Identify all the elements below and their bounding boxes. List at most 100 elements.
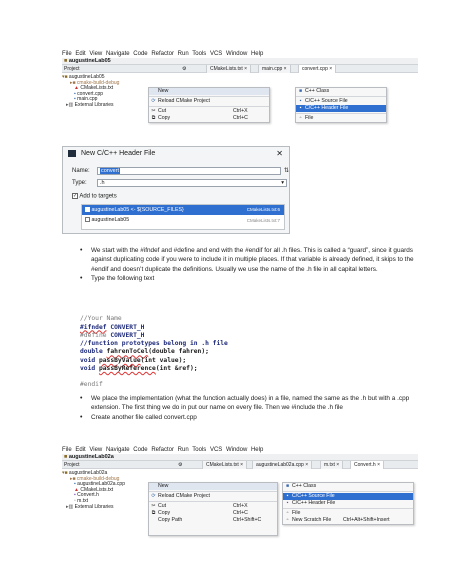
- targets-list: augustineLab05 <- ${SOURCE_FILES} CMakeL…: [81, 204, 285, 230]
- menu-refactor[interactable]: Refactor: [151, 51, 174, 57]
- menu-code[interactable]: Code: [133, 447, 147, 453]
- target-name: augustineLab05: [91, 217, 130, 223]
- settings-gear-icon[interactable]: ⚙: [182, 65, 186, 73]
- menu-item-copy[interactable]: ⧉ Copy Ctrl+C: [149, 115, 269, 122]
- menu-item-file[interactable]: ▫ File: [296, 115, 386, 122]
- menu-item-cpp-class[interactable]: ■ C++ Class: [283, 483, 413, 490]
- project-tree: ▾■ augustineLab02a ▸■ cmake-build-debug …: [62, 470, 154, 511]
- menu-help[interactable]: Help: [251, 51, 263, 57]
- menu-view[interactable]: View: [89, 447, 102, 453]
- header-file-icon: ▪: [286, 500, 289, 506]
- menu-vcs[interactable]: VCS: [210, 447, 222, 453]
- project-tree: ▾■ augustineLab05 ▸■ cmake-build-debug ▲…: [62, 74, 154, 109]
- code-keyword: #ifndef: [80, 323, 107, 331]
- menu-item-label: File: [292, 510, 301, 516]
- header-code-block: //Your Name #ifndef CONVERT_H #define CONV…: [80, 307, 228, 398]
- menu-file[interactable]: File: [62, 51, 72, 57]
- source-file-icon: ▪: [286, 493, 289, 499]
- menu-item-label: C/C++ Header File: [305, 105, 349, 111]
- sort-icon[interactable]: ⇅: [284, 167, 289, 174]
- tab-main-cpp[interactable]: main.cpp ×: [258, 65, 291, 73]
- menu-item-header-file[interactable]: ▪ C/C++ Header File: [296, 105, 386, 112]
- menu-item-new-scratch-file[interactable]: ▫ New Scratch File Ctrl+Alt+Shift+Insert: [283, 517, 413, 524]
- code-blank: [80, 373, 228, 381]
- menu-window[interactable]: Window: [226, 51, 247, 57]
- menu-item-new[interactable]: New: [149, 483, 277, 490]
- target-checkbox[interactable]: [85, 217, 90, 223]
- library-icon: ▸▥: [66, 503, 74, 510]
- target-checkbox[interactable]: [85, 207, 90, 213]
- menu-item-cut[interactable]: ✂ Cut Ctrl+X: [149, 503, 277, 510]
- tab-augustinelab02a-cpp[interactable]: augustineLab02a.cpp ×: [252, 461, 313, 469]
- tab-label: augustineLab02a.cpp: [256, 462, 304, 468]
- menu-item-cut[interactable]: ✂ Cut Ctrl+X: [149, 108, 269, 115]
- shortcut-label: Ctrl+X: [233, 108, 248, 114]
- menu-window[interactable]: Window: [226, 447, 247, 453]
- settings-gear-icon[interactable]: ⚙: [178, 461, 182, 469]
- target-row[interactable]: augustineLab05 CMakeLists.txt:7: [82, 215, 284, 226]
- menu-edit[interactable]: Edit: [75, 447, 85, 453]
- code-comment-prototypes: //function prototypes belong in .h file: [80, 340, 228, 348]
- cut-icon: ✂: [151, 503, 156, 509]
- menu-item-copy-path[interactable]: Copy Path Ctrl+Shift+C: [149, 517, 277, 524]
- menu-run[interactable]: Run: [178, 51, 189, 57]
- menu-item-source-file[interactable]: ▪ C/C++ Source File: [283, 493, 413, 500]
- menu-item-cpp-class[interactable]: ■ C++ Class: [296, 88, 386, 95]
- breadcrumb-project[interactable]: augustineLab05: [69, 58, 111, 64]
- target-row[interactable]: augustineLab05 <- ${SOURCE_FILES} CMakeL…: [82, 205, 284, 215]
- code-keyword: #define: [80, 331, 107, 339]
- project-tool-label[interactable]: Project: [62, 462, 80, 468]
- class-icon: ■: [298, 88, 303, 94]
- tab-m-txt[interactable]: m.txt ×: [320, 461, 344, 469]
- code-ifndef: #ifndef CONVERT_H: [80, 324, 228, 332]
- close-icon[interactable]: ✕: [276, 147, 283, 160]
- menu-item-copy[interactable]: ⧉ Copy Ctrl+C: [149, 510, 277, 517]
- instruction-type-text: Type the following text: [80, 274, 430, 284]
- menu-item-label: Reload CMake Project: [158, 98, 210, 104]
- target-file: CMakeLists.txt:6: [246, 207, 280, 212]
- add-targets-checkbox[interactable]: ✓: [72, 193, 78, 199]
- menu-run[interactable]: Run: [178, 447, 189, 453]
- tool-row: Project ⚙ CMakeLists.txt × main.cpp × co…: [62, 65, 418, 73]
- name-input[interactable]: convert: [97, 167, 281, 175]
- code-function: passByValue: [98, 356, 141, 364]
- menu-item-reload-cmake[interactable]: ⟳ Reload CMake Project: [149, 493, 277, 500]
- project-tool-label[interactable]: Project: [62, 66, 80, 72]
- menu-vcs[interactable]: VCS: [210, 51, 222, 57]
- menu-view[interactable]: View: [89, 51, 102, 57]
- scratch-file-icon: ▫: [286, 517, 289, 523]
- menu-item-label: C++ Class: [292, 483, 317, 489]
- tab-convert-cpp[interactable]: convert.cpp ×: [298, 65, 337, 73]
- menubar: File Edit View Navigate Code Refactor Ru…: [62, 446, 418, 454]
- tree-item-external-libraries[interactable]: ▸▥ External Libraries: [62, 503, 154, 511]
- tool-row: Project ⚙ CMakeLists.txt × augustineLab0…: [62, 461, 418, 469]
- menu-item-label: New: [158, 483, 169, 489]
- menu-code[interactable]: Code: [133, 51, 147, 57]
- tab-cmakelists[interactable]: CMakeLists.txt ×: [202, 461, 248, 469]
- tab-cmakelists[interactable]: CMakeLists.txt ×: [206, 65, 252, 73]
- add-to-targets-row[interactable]: ✓ Add to targets: [72, 193, 117, 200]
- context-menu: New ⟳ Reload CMake Project ✂ Cut Ctrl+X ⧉ Co…: [148, 482, 278, 536]
- menu-divider: [283, 508, 413, 509]
- menu-tools[interactable]: Tools: [192, 447, 206, 453]
- menu-navigate[interactable]: Navigate: [106, 51, 130, 57]
- menu-item-new[interactable]: New: [149, 88, 269, 95]
- type-select[interactable]: .h ▾: [97, 179, 287, 187]
- menu-navigate[interactable]: Navigate: [106, 447, 130, 453]
- menu-help[interactable]: Help: [251, 447, 263, 453]
- tree-item-external-libraries[interactable]: ▸▥ External Libraries: [62, 102, 154, 109]
- folder-icon: ▾■: [62, 74, 68, 80]
- menu-item-header-file[interactable]: ▪ C/C++ Header File: [283, 500, 413, 507]
- menu-item-label: C/C++ Source File: [305, 98, 348, 104]
- menu-item-file[interactable]: ▫ File: [283, 510, 413, 517]
- tab-convert-h[interactable]: Convert.h ×: [350, 461, 384, 469]
- menu-item-reload-cmake[interactable]: ⟳ Reload CMake Project: [149, 98, 269, 105]
- menu-file[interactable]: File: [62, 447, 72, 453]
- menu-edit[interactable]: Edit: [75, 51, 85, 57]
- reload-icon: ⟳: [151, 98, 156, 104]
- breadcrumb-project[interactable]: augustineLab02a: [69, 454, 114, 460]
- menu-refactor[interactable]: Refactor: [151, 447, 174, 453]
- menu-divider: [296, 96, 386, 97]
- menu-tools[interactable]: Tools: [192, 51, 206, 57]
- menu-item-source-file[interactable]: ▪ C/C++ Source File: [296, 98, 386, 105]
